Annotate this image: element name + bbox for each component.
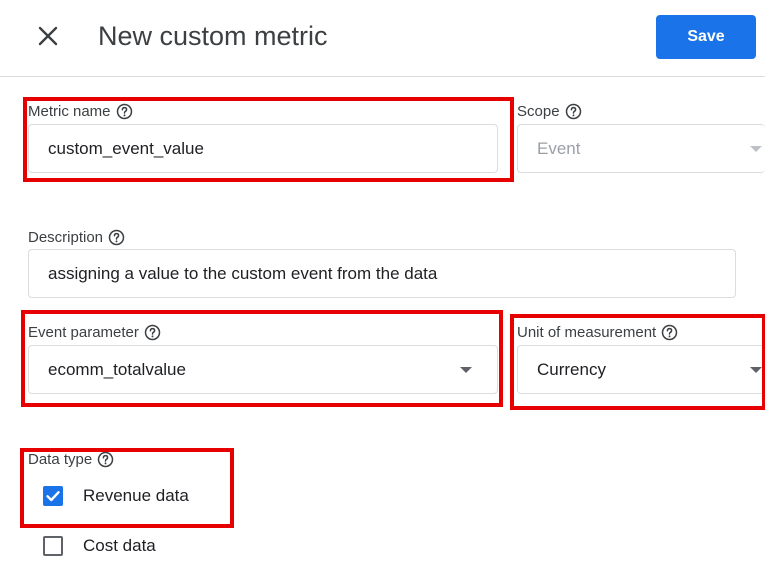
- description-label-row: Description: [28, 229, 125, 246]
- data-type-label: Data type: [28, 451, 93, 468]
- page-title: New custom metric: [98, 21, 328, 51]
- scope-select: Event: [517, 124, 765, 173]
- data-type-label-row: Data type: [28, 451, 114, 468]
- close-icon: [38, 26, 58, 46]
- scope-label-row: Scope: [517, 103, 582, 120]
- unit-of-measurement-select[interactable]: Currency: [517, 345, 765, 394]
- chevron-down-icon[interactable]: [750, 367, 762, 373]
- chevron-down-icon: [750, 146, 762, 152]
- help-icon[interactable]: [144, 324, 161, 341]
- help-icon[interactable]: [116, 103, 133, 120]
- event-parameter-label: Event parameter: [28, 324, 139, 341]
- event-parameter-label-row: Event parameter: [28, 324, 161, 341]
- help-icon[interactable]: [661, 324, 678, 341]
- description-label: Description: [28, 229, 104, 246]
- save-button[interactable]: Save: [656, 15, 756, 59]
- scope-label: Scope: [517, 103, 560, 120]
- cost-data-checkbox[interactable]: [43, 536, 63, 556]
- event-parameter-select[interactable]: ecomm_totalvalue: [28, 345, 498, 394]
- header-bar: New custom metric Save: [0, 0, 765, 77]
- help-icon[interactable]: [565, 103, 582, 120]
- unit-of-measurement-label: Unit of measurement: [517, 324, 657, 341]
- help-icon[interactable]: [108, 229, 125, 246]
- check-icon: [46, 491, 60, 502]
- revenue-data-checkbox[interactable]: [43, 486, 63, 506]
- close-button[interactable]: [34, 22, 62, 50]
- metric-name-label: Metric name: [28, 103, 111, 120]
- description-input[interactable]: assigning a value to the custom event fr…: [28, 249, 736, 298]
- help-icon[interactable]: [97, 451, 114, 468]
- unit-of-measurement-label-row: Unit of measurement: [517, 324, 678, 341]
- metric-name-input[interactable]: custom_event_value: [28, 124, 498, 173]
- chevron-down-icon[interactable]: [460, 367, 472, 373]
- revenue-data-label[interactable]: Revenue data: [83, 486, 189, 506]
- metric-name-label-row: Metric name: [28, 103, 133, 120]
- cost-data-label[interactable]: Cost data: [83, 536, 156, 556]
